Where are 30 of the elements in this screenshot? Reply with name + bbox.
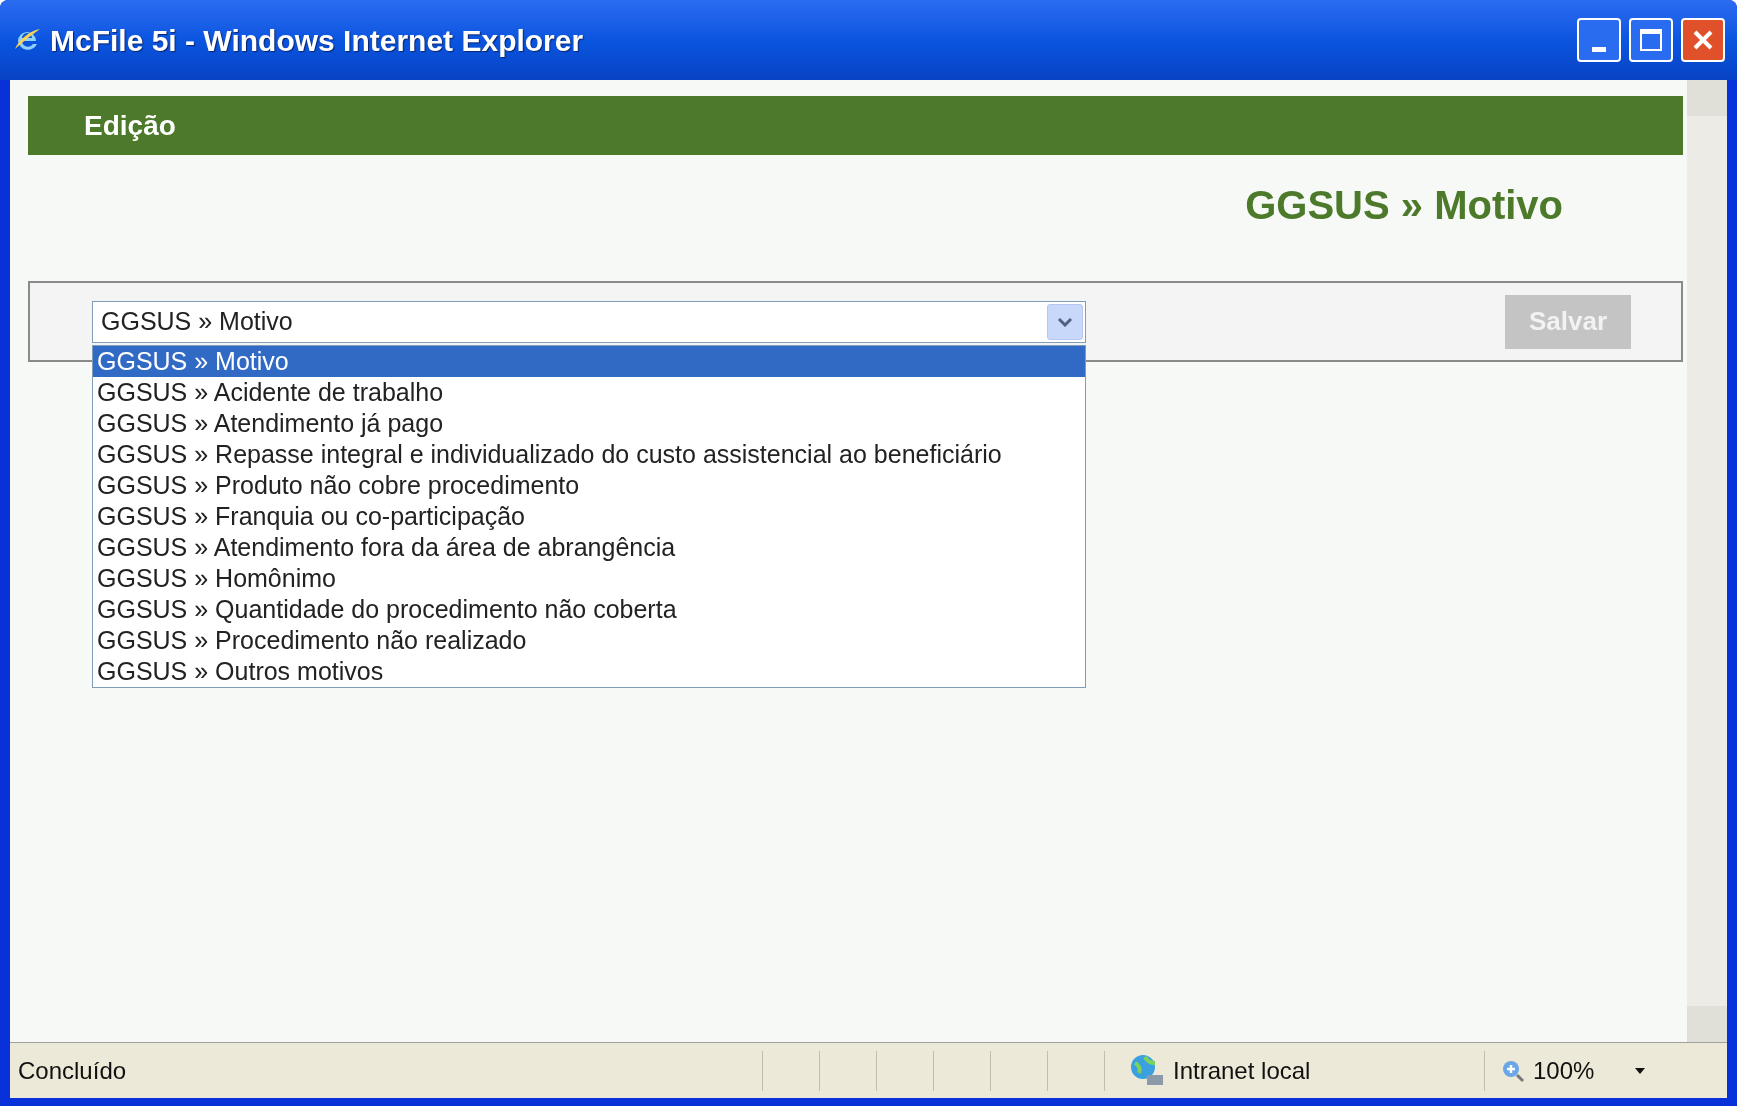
- header-title: Edição: [84, 108, 176, 143]
- dropdown-button[interactable]: [1047, 303, 1083, 340]
- dropdown-option[interactable]: GGSUS » Quantidade do procedimento não coberta: [93, 593, 1085, 625]
- zone-text: Intranet local: [1173, 1055, 1311, 1086]
- minimize-icon: [1592, 47, 1606, 52]
- scrollbar[interactable]: [1687, 80, 1727, 1042]
- dropdown-option[interactable]: GGSUS » Produto não cobre procedimento: [93, 469, 1085, 501]
- dropdown-option[interactable]: GGSUS » Atendimento fora da área de abrangência: [93, 531, 1085, 563]
- dropdown-option[interactable]: GGSUS » Procedimento não realizado: [93, 624, 1085, 656]
- maximize-icon: [1640, 29, 1662, 51]
- dropdown-option[interactable]: GGSUS » Homônimo: [93, 562, 1085, 594]
- maximize-button[interactable]: [1629, 18, 1673, 62]
- dropdown-option[interactable]: GGSUS » Atendimento já pago: [93, 407, 1085, 439]
- dropdown-option[interactable]: GGSUS » Acidente de trabalho: [93, 376, 1085, 408]
- dropdown-option[interactable]: GGSUS » Franquia ou co-participação: [93, 500, 1085, 532]
- motive-select[interactable]: GGSUS » Motivo: [92, 300, 1086, 343]
- chevron-down-icon: [1057, 316, 1073, 327]
- window-title: McFile 5i - Windows Internet Explorer: [50, 22, 584, 59]
- select-value: GGSUS » Motivo: [101, 305, 294, 337]
- dropdown-option[interactable]: GGSUS » Motivo: [93, 345, 1085, 377]
- close-icon: [1691, 28, 1715, 52]
- dropdown-option[interactable]: GGSUS » Repasse integral e individualizado do custo assistencial ao beneficiário: [93, 438, 1085, 470]
- zoom-icon: [1501, 1058, 1525, 1083]
- minimize-button[interactable]: [1577, 18, 1621, 62]
- close-button[interactable]: [1681, 18, 1725, 62]
- status-text: Concluído: [17, 1055, 128, 1086]
- page-title: GGSUS » Motivo: [1245, 182, 1563, 229]
- caret-icon[interactable]: [1634, 1066, 1647, 1075]
- zoom-level[interactable]: 100%: [1533, 1052, 1595, 1089]
- dropdown-option[interactable]: GGSUS » Outros motivos: [93, 655, 1085, 687]
